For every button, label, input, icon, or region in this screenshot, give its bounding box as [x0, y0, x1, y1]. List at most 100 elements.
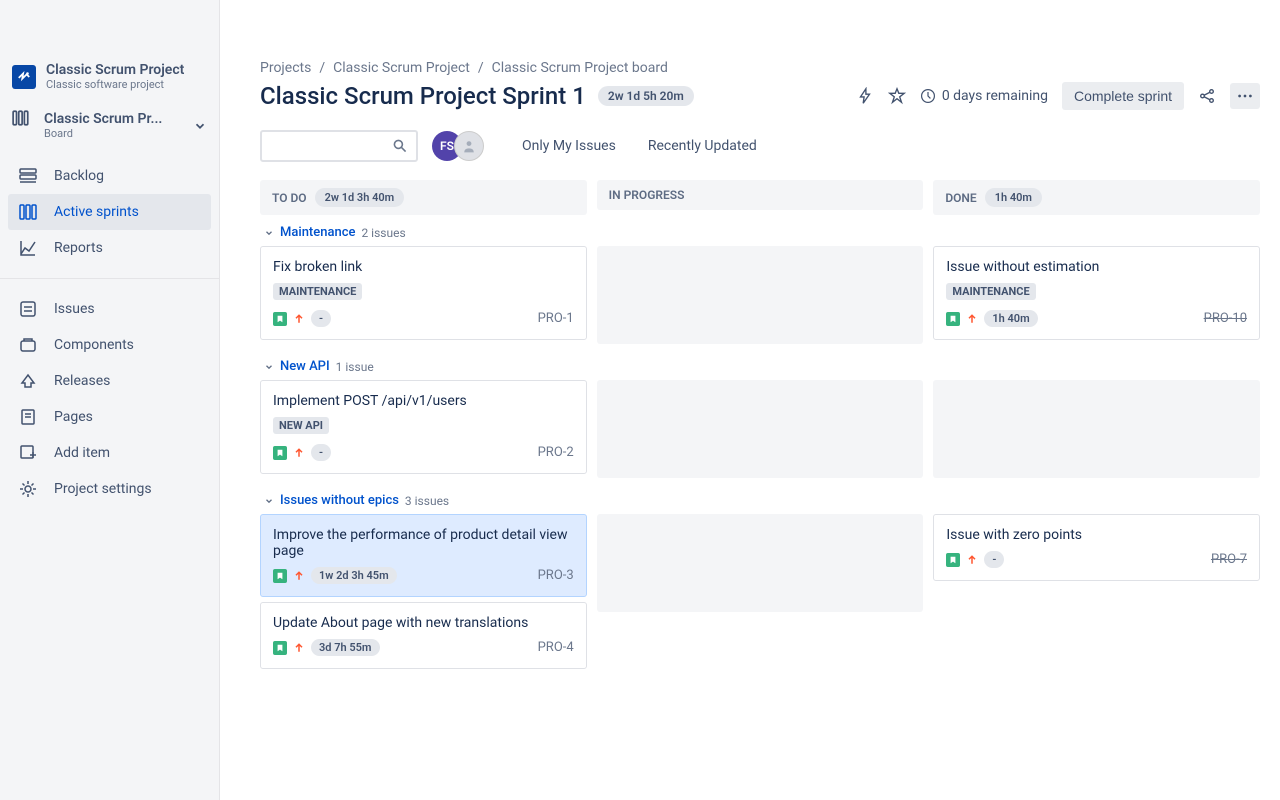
chevron-down-icon	[264, 362, 274, 372]
nav-label: Issues	[54, 301, 95, 317]
priority-icon	[966, 313, 978, 325]
nav-backlog[interactable]: Backlog	[8, 158, 211, 194]
issue-key: PRO-4	[538, 640, 574, 655]
column-estimate: 2w 1d 3h 40m	[315, 188, 405, 207]
nav-components[interactable]: Components	[8, 327, 211, 363]
nav-primary: Backlog Active sprints Reports	[0, 154, 219, 270]
nav-label: Add item	[54, 445, 110, 461]
empty-drop-zone[interactable]	[933, 380, 1260, 478]
empty-drop-zone[interactable]	[597, 514, 924, 612]
issue-card[interactable]: Issue without estimationMAINTENANCE1h 40…	[933, 246, 1260, 340]
card-column: Issue with zero points-PRO-7	[933, 514, 1260, 674]
card-epic-label: NEW API	[273, 417, 329, 434]
search-icon	[392, 138, 408, 154]
gear-icon	[18, 479, 38, 499]
releases-icon	[18, 371, 38, 391]
swimlane-row: Implement POST /api/v1/usersNEW API-PRO-…	[260, 380, 1280, 483]
search-input[interactable]	[270, 138, 392, 154]
nav-reports[interactable]: Reports	[8, 230, 211, 266]
filter-recent[interactable]: Recently Updated	[648, 138, 757, 154]
column-estimate: 1h 40m	[985, 188, 1042, 207]
breadcrumb-projects[interactable]: Projects	[260, 60, 311, 76]
chevron-down-icon	[264, 496, 274, 506]
sprints-icon	[18, 202, 38, 222]
swimlane-header[interactable]: Maintenance2 issues	[260, 225, 1280, 240]
issue-card[interactable]: Fix broken linkMAINTENANCE-PRO-1	[260, 246, 587, 340]
total-estimate-pill: 2w 1d 5h 20m	[598, 86, 694, 106]
automation-icon[interactable]	[856, 87, 874, 105]
card-column	[597, 380, 924, 483]
star-icon[interactable]	[888, 87, 906, 105]
reports-icon	[18, 238, 38, 258]
swimlane-row: Fix broken linkMAINTENANCE-PRO-1Issue wi…	[260, 246, 1280, 349]
card-column: Issue without estimationMAINTENANCE1h 40…	[933, 246, 1260, 349]
estimate-pill: -	[311, 444, 331, 461]
issue-card[interactable]: Implement POST /api/v1/usersNEW API-PRO-…	[260, 380, 587, 474]
card-epic-label: MAINTENANCE	[273, 283, 362, 300]
priority-icon	[293, 570, 305, 582]
card-column: Implement POST /api/v1/usersNEW API-PRO-…	[260, 380, 587, 483]
nav-releases[interactable]: Releases	[8, 363, 211, 399]
column-header-todo: TO DO2w 1d 3h 40m	[260, 180, 587, 215]
swimlane-title: New API	[280, 359, 330, 374]
breadcrumb-board[interactable]: Classic Scrum Project board	[492, 60, 668, 76]
project-header[interactable]: Classic Scrum Project Classic software p…	[0, 38, 219, 103]
priority-icon	[293, 447, 305, 459]
filter-row: FS Only My Issues Recently Updated	[260, 130, 1280, 162]
swimlane-header[interactable]: Issues without epics 3 issues	[260, 493, 1280, 508]
nav-project-settings[interactable]: Project settings	[8, 471, 211, 507]
priority-icon	[293, 313, 305, 325]
components-icon	[18, 335, 38, 355]
story-icon	[946, 553, 960, 567]
swimlane-title: Issues without epics	[280, 493, 399, 508]
nav-secondary: Issues Components Releases Pages Add ite…	[0, 287, 219, 511]
clock-icon	[920, 88, 936, 104]
card-column: Improve the performance of product detai…	[260, 514, 587, 674]
nav-label: Reports	[54, 240, 103, 256]
card-title: Implement POST /api/v1/users	[273, 393, 574, 409]
card-title: Improve the performance of product detai…	[273, 527, 574, 559]
issue-card[interactable]: Issue with zero points-PRO-7	[933, 514, 1260, 581]
divider	[0, 278, 219, 279]
avatar-stack[interactable]: FS	[432, 131, 484, 161]
project-icon	[12, 65, 36, 89]
card-title: Update About page with new translations	[273, 615, 574, 631]
issue-card[interactable]: Improve the performance of product detai…	[260, 514, 587, 597]
column-header-inprogress: IN PROGRESS	[597, 180, 924, 210]
empty-drop-zone[interactable]	[597, 246, 924, 344]
complete-sprint-button[interactable]: Complete sprint	[1062, 82, 1184, 110]
main: Projects / Classic Scrum Project / Class…	[220, 0, 1280, 800]
more-icon[interactable]	[1230, 83, 1260, 109]
nav-issues[interactable]: Issues	[8, 291, 211, 327]
nav-label: Backlog	[54, 168, 104, 184]
story-icon	[273, 312, 287, 326]
project-type: Classic software project	[46, 78, 203, 91]
swimlane-count: 1 issue	[336, 360, 374, 374]
estimate-pill: -	[311, 310, 331, 327]
nav-label: Project settings	[54, 481, 152, 497]
swimlane-header[interactable]: New API 1 issue	[260, 359, 1280, 374]
breadcrumb-project[interactable]: Classic Scrum Project	[333, 60, 470, 76]
breadcrumb: Projects / Classic Scrum Project / Class…	[260, 60, 1280, 76]
board-title: Classic Scrum Pr...	[44, 111, 162, 127]
search-box[interactable]	[260, 130, 418, 162]
nav-add-item[interactable]: Add item	[8, 435, 211, 471]
page-header: Classic Scrum Project Sprint 1 2w 1d 5h …	[260, 82, 1280, 110]
filter-only-mine[interactable]: Only My Issues	[522, 138, 616, 154]
share-icon[interactable]	[1198, 87, 1216, 105]
card-title: Fix broken link	[273, 259, 574, 275]
story-icon	[273, 641, 287, 655]
nav-pages[interactable]: Pages	[8, 399, 211, 435]
swimlane-count: 3 issues	[405, 494, 449, 508]
empty-drop-zone[interactable]	[597, 380, 924, 478]
chevron-down-icon	[264, 228, 274, 238]
board-selector[interactable]: Classic Scrum Pr... Board	[0, 103, 219, 154]
priority-icon	[966, 554, 978, 566]
avatar-unassigned[interactable]	[454, 131, 484, 161]
nav-label: Pages	[54, 409, 93, 425]
nav-active-sprints[interactable]: Active sprints	[8, 194, 211, 230]
issue-card[interactable]: Update About page with new translations3…	[260, 602, 587, 669]
header-actions: 0 days remaining Complete sprint	[856, 82, 1260, 110]
issue-key: PRO-10	[1204, 311, 1247, 326]
card-column	[933, 380, 1260, 483]
